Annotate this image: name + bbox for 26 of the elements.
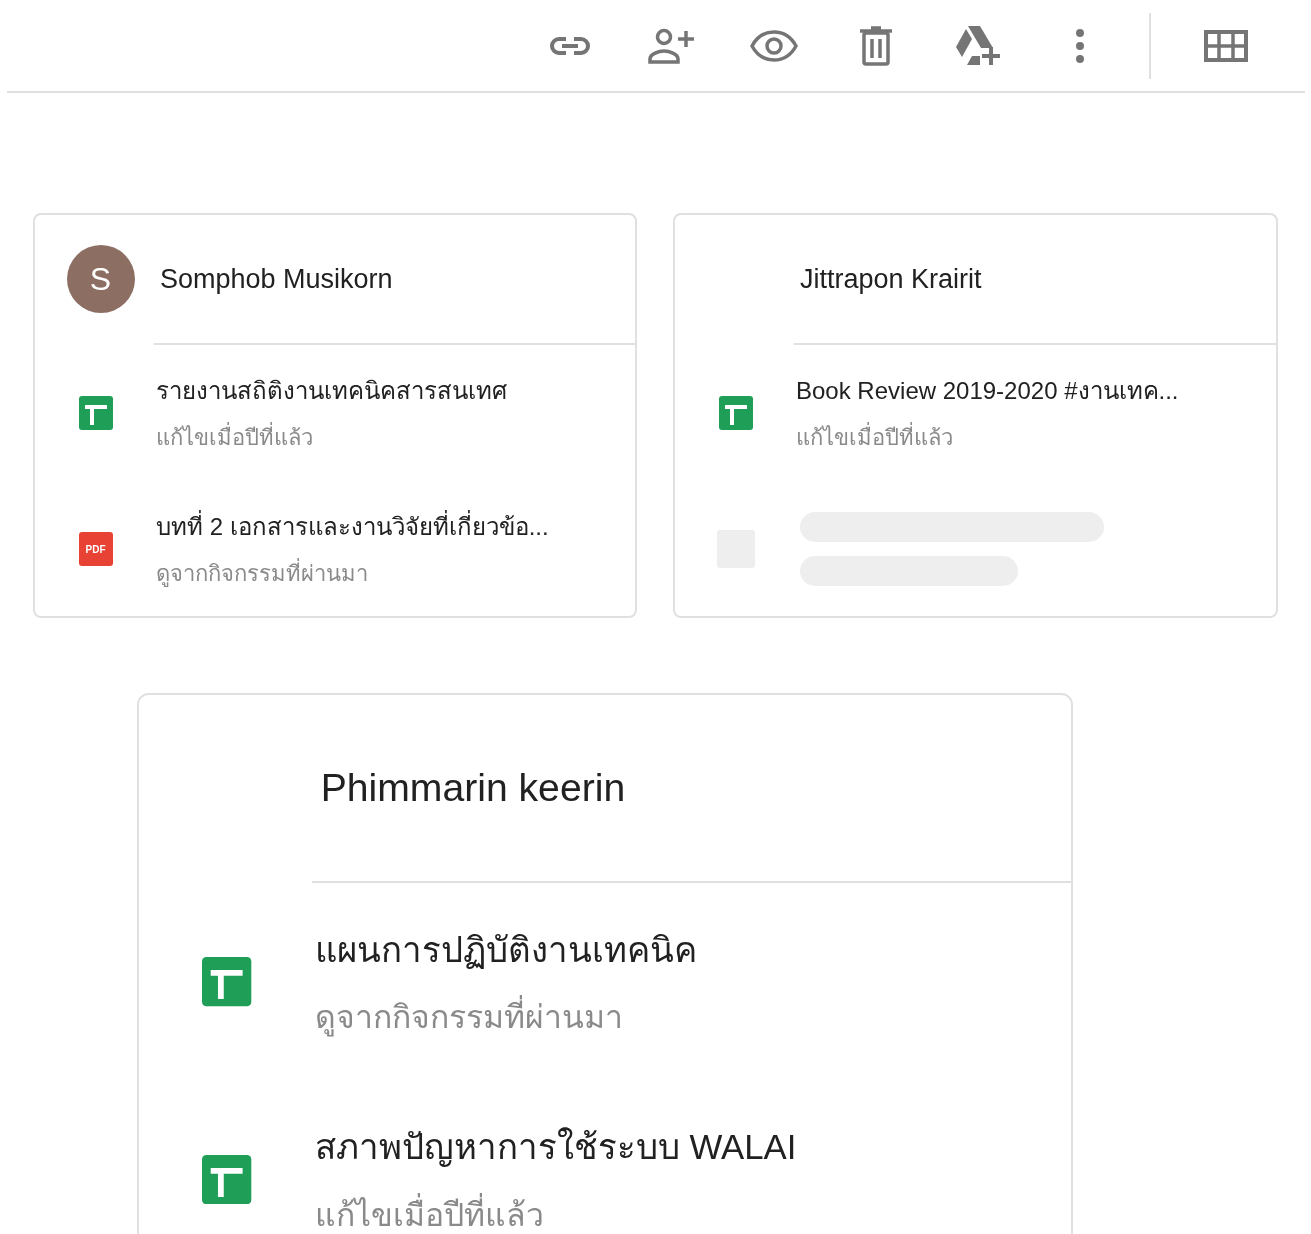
file-title[interactable]: บทที่ 2 เอกสารและงานวิจัยที่เกี่ยวข้อ... [156, 507, 549, 546]
eye-icon [750, 29, 798, 62]
link-icon [548, 34, 592, 57]
file-activity: แก้ไขเมื่อปีที่แล้ว [156, 420, 507, 455]
file-title[interactable]: รายงานสถิติงานเทคนิคสารสนเทศ [156, 371, 507, 410]
pdf-icon: PDF [78, 532, 113, 566]
trash-icon [859, 25, 893, 66]
file-title[interactable]: สภาพปัญหาการใช้ระบบ WALAI [314, 1119, 797, 1174]
person-name: Phimmarin keerin [320, 765, 626, 810]
file-title[interactable]: แผนการปฏิบัติงานเทคนิค [314, 921, 697, 977]
person-name: Somphob Musikorn [160, 263, 393, 295]
file-activity: แก้ไขเมื่อปีที่แล้ว [314, 1188, 797, 1234]
file-activity: ดูจากกิจกรรมที่ผ่านมา [314, 991, 697, 1043]
file-title[interactable]: Book Review 2019-2020 #งานเทค... [796, 371, 1179, 410]
grid-icon [1204, 29, 1248, 62]
avatar: S [66, 245, 135, 313]
more-icon [1074, 27, 1086, 64]
spreadsheet-icon [202, 957, 252, 1007]
drive-add-icon [954, 24, 1002, 67]
person-name: Jittrapon Krairit [800, 263, 982, 295]
file-activity: แก้ไขเมื่อปีที่แล้ว [796, 420, 1179, 455]
spreadsheet-icon [202, 1154, 252, 1204]
add-person-icon [648, 26, 696, 65]
spreadsheet-icon [78, 396, 113, 430]
file-activity: ดูจากกิจกรรมที่ผ่านมา [156, 556, 549, 591]
spreadsheet-icon [718, 396, 753, 430]
